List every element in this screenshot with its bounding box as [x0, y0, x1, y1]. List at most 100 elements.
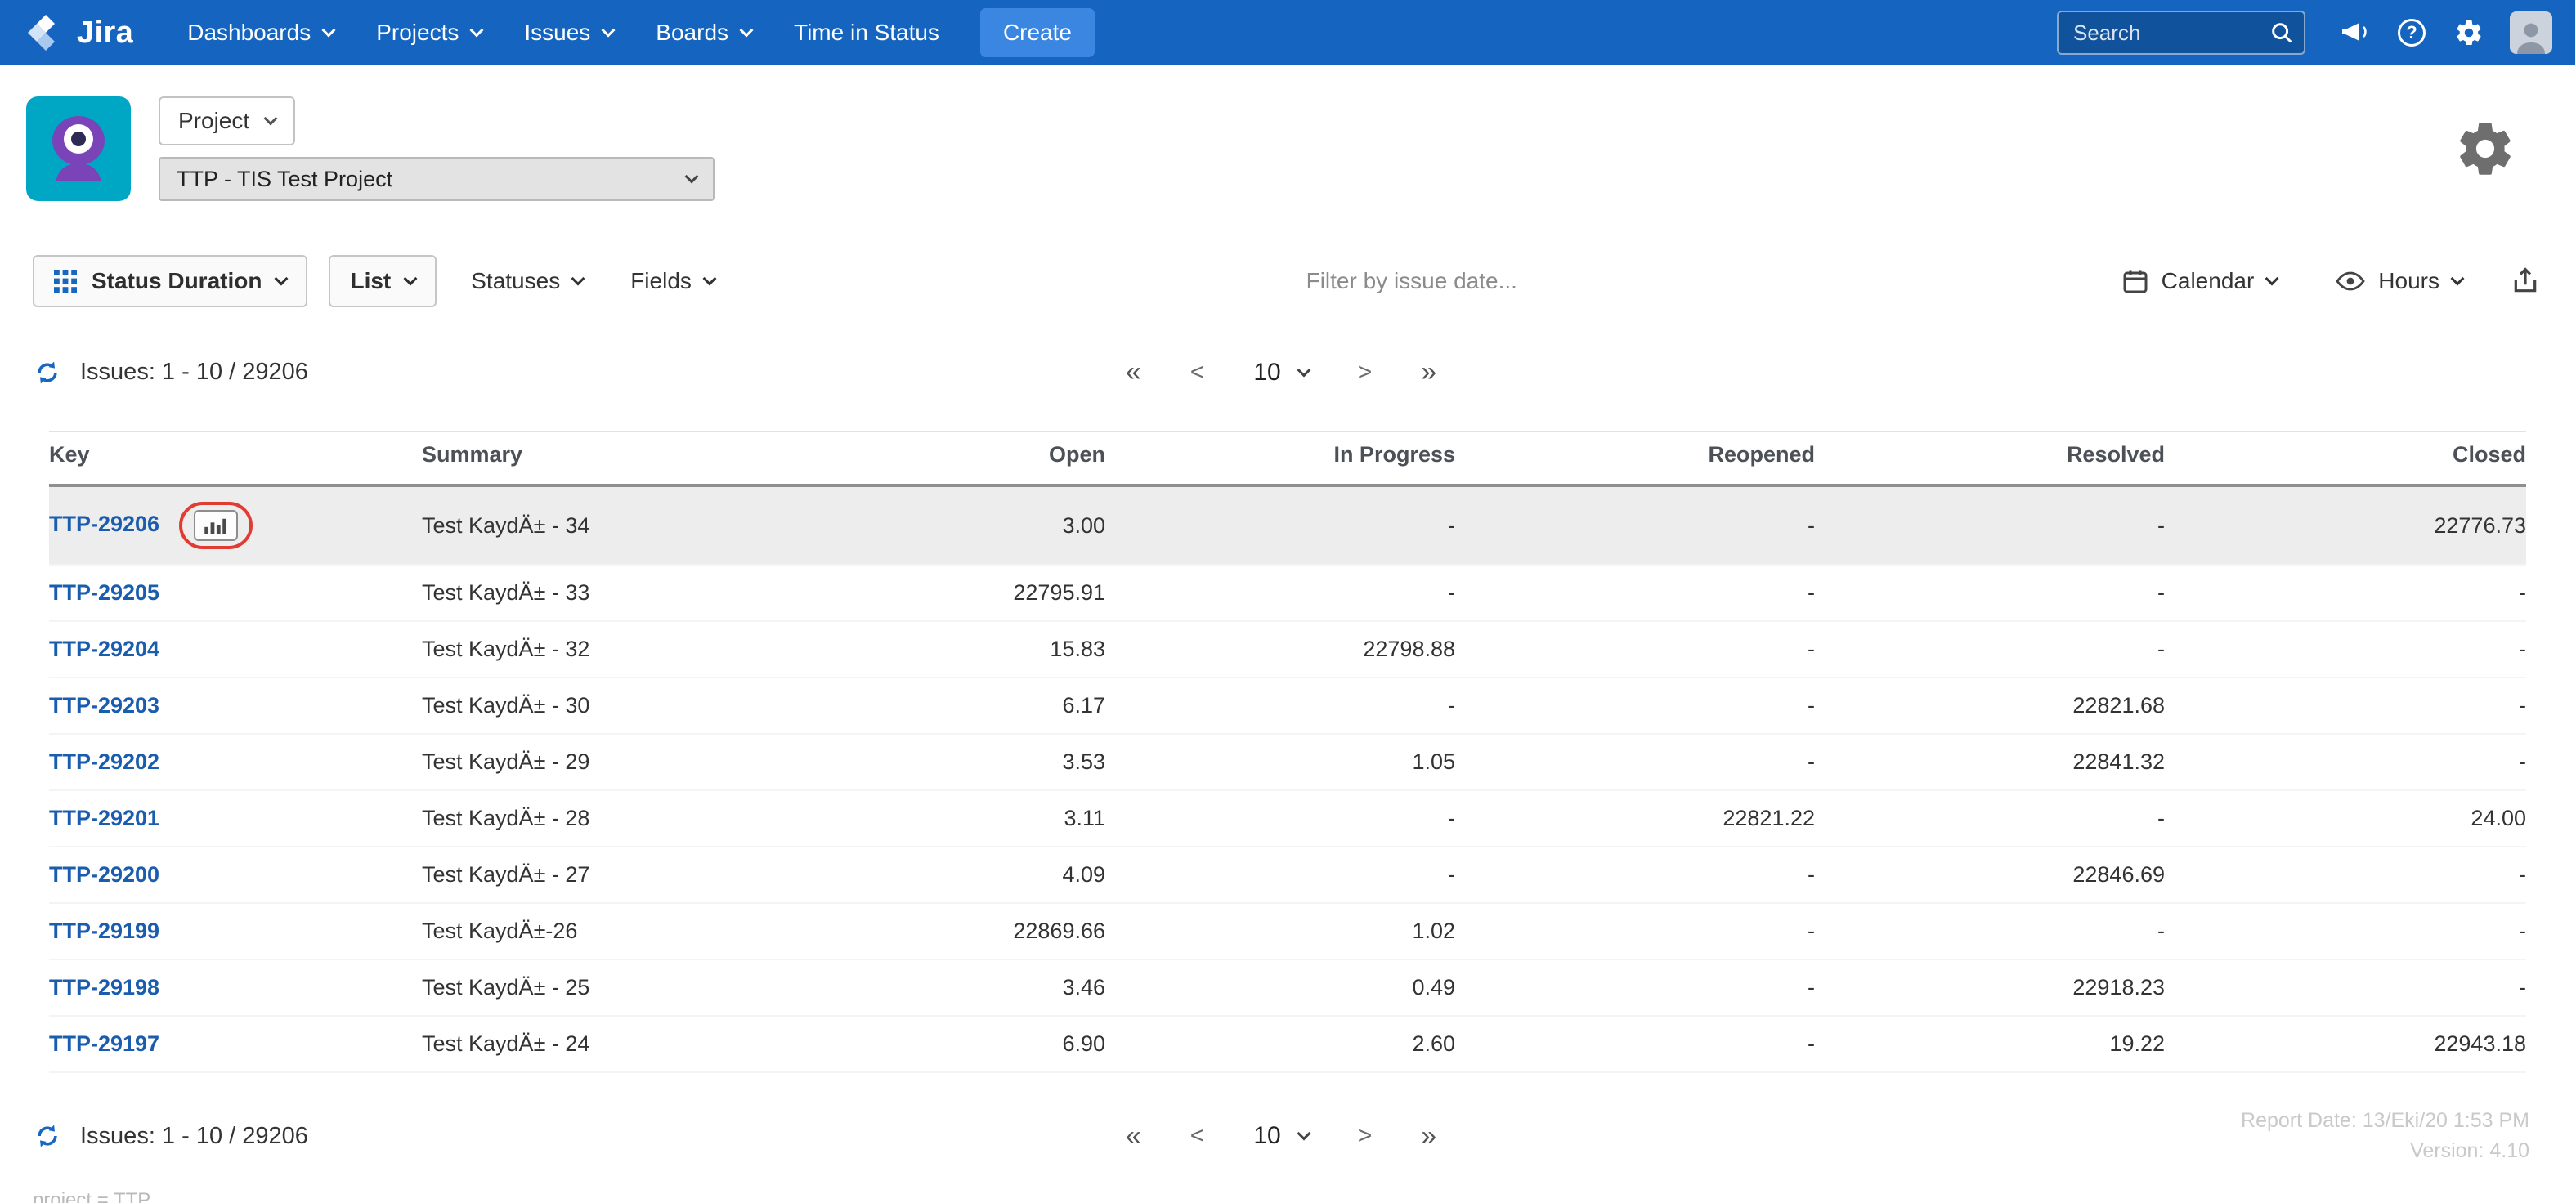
col-header-key: Key [49, 432, 422, 487]
user-avatar[interactable] [2510, 11, 2552, 54]
issue-date-filter-input[interactable] [748, 268, 2075, 294]
issue-key-link[interactable]: TTP-29203 [49, 693, 159, 718]
issue-key-cell: TTP-29198 [49, 959, 422, 1016]
main-nav: Dashboards Projects Issues Boards Time i… [166, 20, 961, 46]
duration-closed-cell: 22776.73 [2434, 512, 2526, 538]
last-page-button[interactable]: » [1421, 1120, 1436, 1152]
duration-open-cell: 3.46 [1062, 975, 1105, 1000]
report-type-button[interactable]: Status Duration [33, 255, 308, 307]
duration-resolved-cell: - [2157, 919, 2165, 943]
issues-count: Issues: 1 - 10 / 29206 [80, 1122, 308, 1149]
issue-key-link[interactable]: TTP-29206 [49, 512, 159, 536]
table-row: TTP-29205 Test KaydÄ± - 33 22795.91 - - - - [49, 565, 2526, 621]
nav-projects[interactable]: Projects [355, 20, 503, 46]
duration-in-progress-cell: - [1448, 580, 1455, 605]
issue-summary: Test KaydÄ± - 32 [422, 637, 590, 661]
duration-reopened-cell: - [1808, 693, 1815, 718]
issue-chart-button[interactable] [194, 510, 239, 541]
feedback-megaphone-icon[interactable] [2333, 11, 2376, 54]
duration-in-progress-cell: 1.05 [1412, 749, 1455, 774]
view-type-button[interactable]: List [329, 255, 437, 307]
help-icon[interactable]: ? [2390, 11, 2433, 54]
pagination-bottom: « < 10 > » [1126, 1120, 1436, 1152]
fields-dropdown[interactable]: Fields [617, 257, 728, 306]
jql-query: project = TTP [33, 1189, 151, 1203]
col-header-in-progress: In Progress [1105, 432, 1455, 487]
statuses-dropdown[interactable]: Statuses [458, 257, 596, 306]
issue-key-link[interactable]: TTP-29199 [49, 919, 159, 943]
project-select[interactable]: TTP - TIS Test Project [159, 157, 715, 201]
page-size-select[interactable]: 10 [1253, 358, 1311, 387]
duration-closed-cell: 24.00 [2471, 806, 2526, 830]
duration-open-cell: 6.90 [1062, 1031, 1105, 1056]
chevron-down-icon [321, 23, 336, 38]
refresh-button[interactable] [33, 1121, 62, 1151]
table-row: TTP-29202 Test KaydÄ± - 29 3.53 1.05 - 22841.… [49, 734, 2526, 790]
last-page-button[interactable]: » [1421, 356, 1436, 388]
issue-key-link[interactable]: TTP-29204 [49, 637, 159, 661]
duration-open-cell: 22795.91 [1013, 580, 1105, 605]
statuses-label: Statuses [471, 268, 561, 293]
duration-in-progress-cell: 2.60 [1412, 1031, 1455, 1056]
chevron-down-icon [2265, 271, 2279, 286]
report-settings-gear-icon[interactable] [2454, 118, 2516, 180]
table-row: TTP-29204 Test KaydÄ± - 32 15.83 22798.88 - -… [49, 621, 2526, 678]
nav-issues[interactable]: Issues [503, 20, 634, 46]
duration-resolved-cell: 22918.23 [2072, 975, 2165, 1000]
chevron-down-icon [1297, 1126, 1311, 1141]
issue-key-link[interactable]: TTP-29200 [49, 862, 159, 887]
search-input[interactable] [2057, 11, 2305, 55]
brand-name: Jira [77, 15, 134, 50]
chevron-down-icon [684, 169, 699, 184]
export-button[interactable] [2508, 264, 2542, 298]
issue-key-cell: TTP-29201 [49, 790, 422, 847]
page-size-value: 10 [1253, 358, 1281, 386]
nav-boards[interactable]: Boards [634, 20, 773, 46]
nav-dashboards-label: Dashboards [187, 20, 311, 45]
issue-key-cell: TTP-29197 [49, 1016, 422, 1072]
page: Jira Dashboards Projects Issues Boards T… [0, 0, 2575, 1203]
prev-page-button[interactable]: < [1190, 1122, 1205, 1150]
next-page-button[interactable]: > [1358, 1122, 1373, 1150]
jira-logo[interactable]: Jira [26, 13, 133, 52]
export-icon [2514, 267, 2537, 293]
first-page-button[interactable]: « [1126, 1120, 1141, 1152]
next-page-button[interactable]: > [1358, 359, 1373, 387]
issue-key-link[interactable]: TTP-29197 [49, 1031, 159, 1056]
prev-page-button[interactable]: < [1190, 359, 1205, 387]
search-icon[interactable] [2269, 20, 2294, 45]
calendar-dropdown[interactable]: Calendar [2109, 257, 2291, 306]
issue-summary: Test KaydÄ± - 29 [422, 749, 590, 774]
issue-key-link[interactable]: TTP-29201 [49, 806, 159, 830]
refresh-button[interactable] [33, 358, 62, 387]
create-button[interactable]: Create [979, 8, 1095, 57]
duration-reopened-cell: - [1808, 580, 1815, 605]
nav-time-in-status[interactable]: Time in Status [773, 20, 961, 46]
col-header-reopened: Reopened [1455, 432, 1815, 487]
scope-dropdown-button[interactable]: Project [159, 96, 296, 145]
issue-key-link[interactable]: TTP-29202 [49, 749, 159, 774]
duration-reopened-cell: - [1808, 749, 1815, 774]
nav-boards-label: Boards [656, 20, 729, 45]
fields-label: Fields [630, 268, 692, 293]
issue-summary: Test KaydÄ± - 33 [422, 580, 590, 605]
duration-resolved-cell: 22841.32 [2072, 749, 2165, 774]
duration-in-progress-cell: 1.02 [1412, 919, 1455, 943]
chevron-down-icon [403, 271, 418, 286]
issue-summary: Test KaydÄ± - 25 [422, 975, 590, 1000]
issue-key-cell: TTP-29203 [49, 678, 422, 734]
chevron-down-icon [2450, 271, 2465, 286]
first-page-button[interactable]: « [1126, 356, 1141, 388]
hours-dropdown[interactable]: Hours [2323, 257, 2475, 306]
page-size-select[interactable]: 10 [1253, 1122, 1311, 1150]
refresh-icon [38, 361, 57, 383]
issue-summary: Test KaydÄ± - 34 [422, 512, 590, 538]
table-header-row: Key Summary Open In Progress Reopened Re… [49, 432, 2526, 487]
grid-icon [54, 270, 77, 293]
nav-dashboards[interactable]: Dashboards [166, 20, 355, 46]
report-version: Version: 4.10 [2410, 1139, 2529, 1162]
settings-gear-icon[interactable] [2448, 11, 2490, 54]
duration-reopened-cell: 22821.22 [1723, 806, 1815, 830]
issue-key-link[interactable]: TTP-29198 [49, 975, 159, 1000]
issue-key-link[interactable]: TTP-29205 [49, 580, 159, 605]
